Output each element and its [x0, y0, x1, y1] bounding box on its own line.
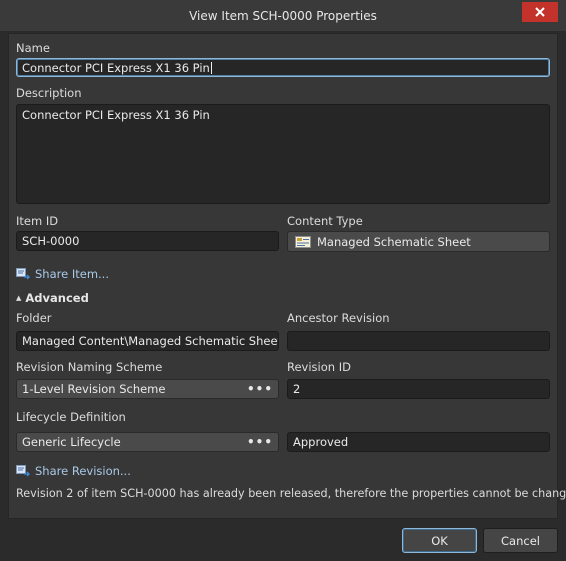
advanced-label: Advanced [25, 291, 89, 305]
lifecycle-definition-combo[interactable]: Generic Lifecycle ••• [16, 432, 279, 452]
share-icon [16, 465, 30, 477]
title-bar: View Item SCH-0000 Properties [0, 0, 566, 32]
description-textarea[interactable]: Connector PCI Express X1 36 Pin [16, 104, 550, 204]
lifecycle-state-field[interactable]: Approved [287, 432, 550, 452]
share-item-link[interactable]: Share Item... [16, 267, 109, 281]
name-value: Connector PCI Express X1 36 Pin [22, 60, 210, 75]
text-caret [210, 61, 212, 74]
folder-field[interactable]: Managed Content\Managed Schematic Sheets [16, 331, 279, 351]
ok-button[interactable]: OK [402, 528, 477, 553]
item-id-value: SCH-0000 [22, 234, 80, 248]
content-type-label: Content Type [287, 214, 363, 228]
share-icon [16, 268, 30, 280]
revision-naming-scheme-combo[interactable]: 1-Level Revision Scheme ••• [16, 379, 279, 399]
content-type-value: Managed Schematic Sheet [317, 234, 471, 249]
revision-naming-scheme-value: 1-Level Revision Scheme [22, 382, 166, 396]
cancel-button[interactable]: Cancel [483, 528, 558, 553]
revision-id-field[interactable]: 2 [287, 379, 550, 399]
close-button[interactable] [522, 2, 558, 22]
share-item-label: Share Item... [35, 267, 109, 281]
status-message: Revision 2 of item SCH-0000 has already … [16, 487, 566, 500]
ancestor-revision-field[interactable] [287, 331, 550, 351]
share-revision-link[interactable]: Share Revision... [16, 464, 131, 478]
item-id-field[interactable]: SCH-0000 [16, 231, 279, 251]
more-options-icon[interactable]: ••• [247, 433, 273, 451]
window-title: View Item SCH-0000 Properties [189, 9, 377, 23]
collapse-triangle-icon: ▲ [16, 294, 22, 302]
content-type-field[interactable]: Managed Schematic Sheet [287, 231, 550, 252]
description-value: Connector PCI Express X1 36 Pin [22, 108, 210, 122]
advanced-toggle[interactable]: ▲ Advanced [16, 291, 89, 305]
lifecycle-state-value: Approved [293, 435, 349, 449]
name-input[interactable]: Connector PCI Express X1 36 Pin [16, 58, 550, 77]
share-revision-label: Share Revision... [35, 464, 131, 478]
more-options-icon[interactable]: ••• [247, 380, 273, 398]
revision-id-value: 2 [293, 382, 301, 396]
ancestor-revision-label: Ancestor Revision [287, 311, 390, 325]
name-label: Name [16, 41, 50, 55]
folder-value: Managed Content\Managed Schematic Sheets [22, 334, 279, 348]
item-id-label: Item ID [16, 214, 59, 228]
revision-id-label: Revision ID [287, 360, 351, 374]
close-icon [535, 7, 545, 17]
description-label: Description [16, 86, 82, 100]
lifecycle-definition-value: Generic Lifecycle [22, 435, 121, 449]
schematic-sheet-icon [295, 235, 311, 248]
revision-naming-scheme-label: Revision Naming Scheme [16, 360, 163, 374]
lifecycle-definition-label: Lifecycle Definition [16, 410, 126, 424]
folder-label: Folder [16, 311, 52, 325]
